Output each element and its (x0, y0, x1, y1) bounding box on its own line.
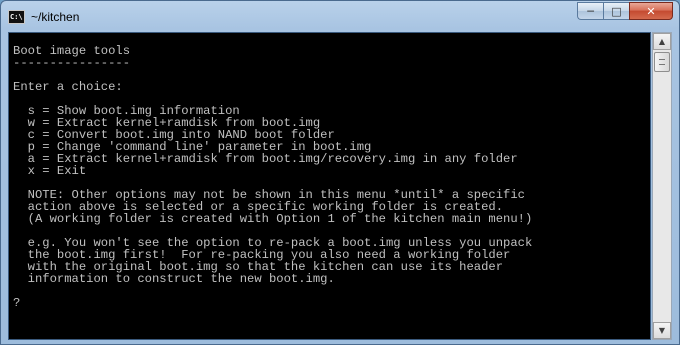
minimize-icon: ─ (587, 4, 594, 18)
maximize-icon: □ (611, 4, 622, 18)
maximize-button[interactable]: □ (603, 2, 629, 20)
title-bar[interactable]: C:\ ~/kitchen ─ □ ✕ (1, 1, 679, 33)
console-output[interactable]: Boot image tools ---------------- Enter a … (8, 32, 651, 340)
window-title: ~/kitchen (31, 10, 80, 24)
console-line: Enter a choice: (13, 80, 123, 94)
arrow-down-icon: ▼ (658, 326, 666, 335)
minimize-button[interactable]: ─ (577, 2, 603, 20)
scroll-up-button[interactable]: ▲ (653, 33, 671, 50)
console-app-icon[interactable]: C:\ (8, 10, 25, 24)
grip-icon (659, 59, 665, 65)
close-button[interactable]: ✕ (629, 2, 673, 20)
console-line: a = Extract kernel+ramdisk from boot.img… (13, 152, 518, 166)
arrow-up-icon: ▲ (658, 37, 666, 46)
console-window: C:\ ~/kitchen ─ □ ✕ Boot image tools ----… (0, 0, 680, 345)
console-line: ? (13, 296, 21, 310)
console-line: information to construct the new boot.im… (13, 272, 335, 286)
scroll-down-button[interactable]: ▼ (653, 322, 671, 339)
close-icon: ✕ (646, 4, 656, 18)
vertical-scrollbar[interactable]: ▲ ▼ (652, 32, 672, 340)
console-line: ---------------- (13, 56, 131, 70)
scroll-thumb[interactable] (654, 52, 670, 72)
console-line: (A working folder is created with Option… (13, 212, 533, 226)
window-controls: ─ □ ✕ (577, 2, 673, 20)
console-line: x = Exit (13, 164, 87, 178)
console-text: Boot image tools ---------------- Enter a … (13, 45, 532, 309)
